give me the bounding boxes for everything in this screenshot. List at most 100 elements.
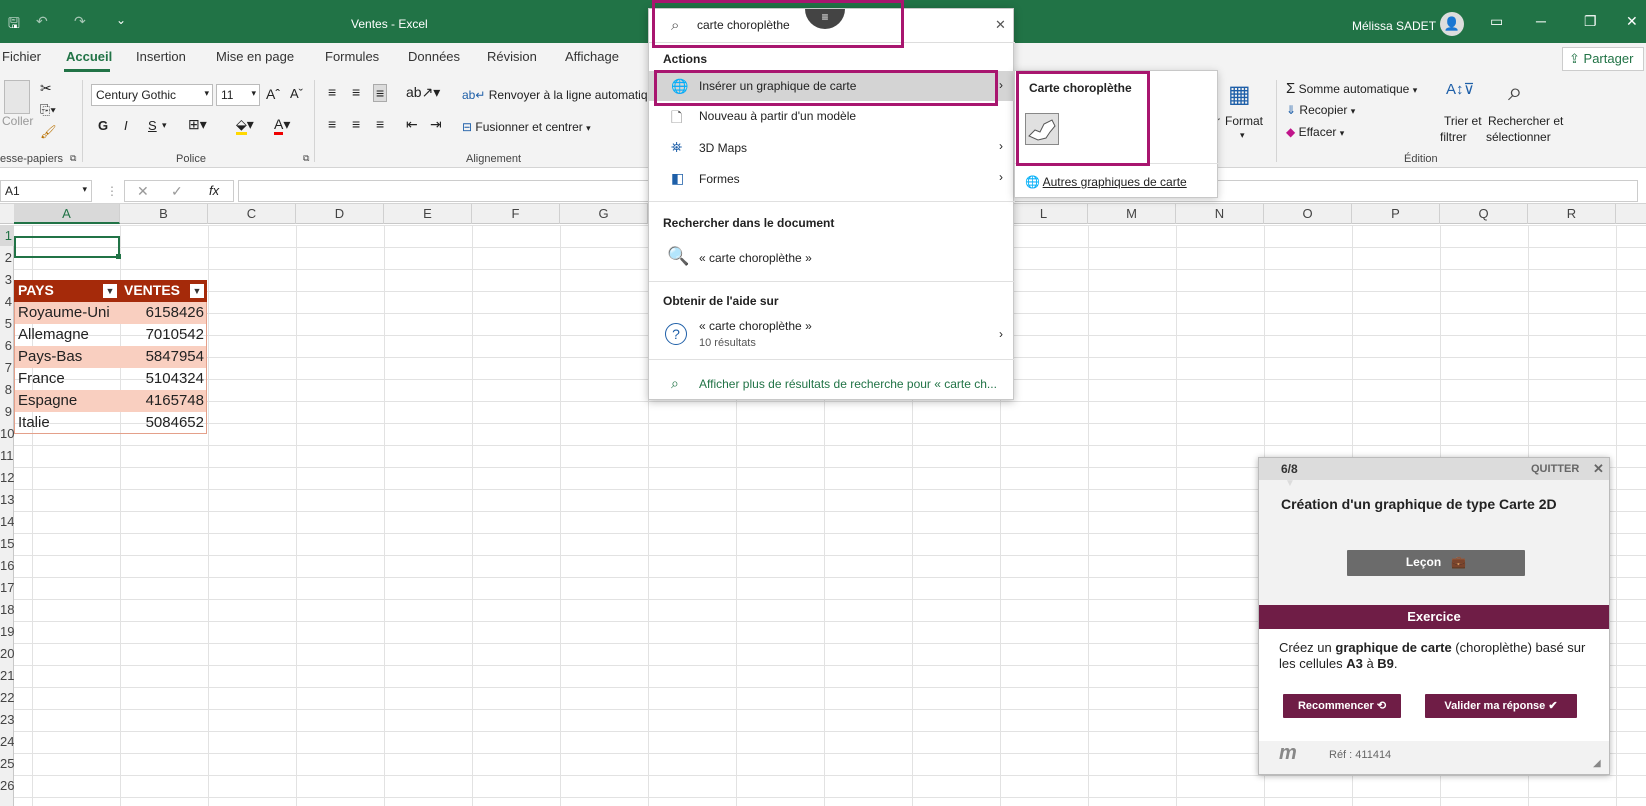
- lesson-button[interactable]: Leçon 💼: [1347, 550, 1525, 576]
- row-header[interactable]: 2: [0, 247, 14, 268]
- other-map-charts-item[interactable]: 🌐 Autres graphiques de carte: [1025, 175, 1187, 189]
- decrease-indent-icon[interactable]: ⇤: [406, 116, 418, 133]
- document-search-result[interactable]: 🔍 « carte choroplèthe »: [649, 241, 1015, 275]
- orientation-icon[interactable]: ab↗▾: [406, 84, 440, 101]
- row-header[interactable]: 25: [0, 753, 14, 774]
- row-header[interactable]: 5: [0, 313, 14, 334]
- search-input[interactable]: carte choroplèthe: [697, 18, 790, 32]
- row-header[interactable]: 24: [0, 731, 14, 752]
- wrap-text-button[interactable]: ab↵ Renvoyer à la ligne automatique: [462, 88, 661, 102]
- find-select-label-2[interactable]: sélectionner: [1486, 130, 1551, 144]
- chevron-down-icon[interactable]: ▾: [162, 120, 167, 131]
- fill-handle[interactable]: [116, 254, 121, 259]
- row-header[interactable]: 12: [0, 467, 14, 488]
- grow-font-icon[interactable]: Aˆ: [266, 86, 280, 102]
- column-header[interactable]: E: [384, 204, 472, 224]
- column-header[interactable]: C: [208, 204, 296, 224]
- row-header[interactable]: 19: [0, 621, 14, 642]
- borders-icon[interactable]: ⊞▾: [188, 116, 207, 133]
- table-cell[interactable]: Royaume-Uni: [16, 302, 120, 323]
- format-painter-icon[interactable]: 🖌: [40, 124, 57, 140]
- filter-dropdown-icon[interactable]: ▼: [190, 284, 204, 298]
- table-cell[interactable]: Allemagne: [16, 324, 120, 345]
- selected-cell-a1[interactable]: [14, 236, 120, 258]
- restore-icon[interactable]: ❐: [1584, 13, 1597, 30]
- format-label[interactable]: Format: [1225, 114, 1263, 128]
- clear-button[interactable]: ◆ Effacer ▾: [1286, 125, 1344, 139]
- confirm-icon[interactable]: ✓: [171, 183, 183, 200]
- tab-donnees[interactable]: Données: [408, 49, 460, 64]
- ribbon-display-icon[interactable]: ▭: [1490, 13, 1503, 30]
- column-header[interactable]: N: [1176, 204, 1264, 224]
- increase-indent-icon[interactable]: ⇥: [430, 116, 442, 133]
- shrink-font-icon[interactable]: Aˇ: [290, 86, 303, 101]
- table-cell[interactable]: 5847954: [120, 346, 206, 367]
- row-header[interactable]: 23: [0, 709, 14, 730]
- clear-search-icon[interactable]: ✕: [995, 17, 1006, 33]
- row-header[interactable]: 1: [0, 225, 14, 246]
- action-shapes[interactable]: ◧ Formes ›: [649, 164, 1015, 194]
- search-icon[interactable]: ⌕: [1508, 76, 1523, 108]
- share-button[interactable]: ⇪ Partager: [1562, 47, 1644, 71]
- tab-fichier[interactable]: Fichier: [2, 49, 41, 64]
- avatar[interactable]: 👤: [1440, 12, 1464, 36]
- italic-button[interactable]: I: [124, 118, 128, 133]
- row-header[interactable]: 17: [0, 577, 14, 598]
- column-header[interactable]: R: [1528, 204, 1616, 224]
- sort-filter-label-2[interactable]: filtrer: [1440, 130, 1467, 144]
- align-right-icon[interactable]: ≡: [376, 116, 384, 132]
- table-cell[interactable]: 7010542: [120, 324, 206, 345]
- table-cell[interactable]: Italie: [16, 412, 120, 433]
- font-size-select[interactable]: 11 ▾: [216, 84, 260, 106]
- name-box[interactable]: A1 ▾: [0, 180, 92, 202]
- chevron-down-icon[interactable]: ▾: [1240, 130, 1245, 141]
- column-header[interactable]: G: [560, 204, 648, 224]
- fill-color-icon[interactable]: ⬙▾: [236, 116, 254, 135]
- fill-button[interactable]: ⇓ Recopier ▾: [1286, 103, 1355, 117]
- column-header[interactable]: D: [296, 204, 384, 224]
- column-header[interactable]: B: [120, 204, 208, 224]
- find-select-label-1[interactable]: Rechercher et: [1488, 114, 1563, 128]
- align-top-icon[interactable]: ≡: [328, 84, 336, 100]
- row-header[interactable]: 18: [0, 599, 14, 620]
- format-cells-icon[interactable]: ▦: [1228, 80, 1251, 109]
- customize-toolbar-icon[interactable]: ⌄: [116, 13, 126, 27]
- row-header[interactable]: 26: [0, 775, 14, 796]
- row-header[interactable]: 20: [0, 643, 14, 664]
- table-cell[interactable]: 5084652: [120, 412, 206, 433]
- table-cell[interactable]: 5104324: [120, 368, 206, 389]
- action-insert-map-chart[interactable]: 🌐 Insérer un graphique de carte ›: [649, 71, 1015, 101]
- action-3d-maps[interactable]: ⛯ 3D Maps ›: [649, 133, 1015, 163]
- row-header[interactable]: 3: [0, 269, 14, 290]
- help-result[interactable]: ? « carte choroplèthe » 10 résultats ›: [649, 315, 1015, 355]
- save-icon[interactable]: 🖫: [8, 13, 20, 37]
- row-header[interactable]: 13: [0, 489, 14, 510]
- bold-button[interactable]: G: [98, 118, 108, 133]
- tab-mise-en-page[interactable]: Mise en page: [216, 49, 294, 64]
- tab-insertion[interactable]: Insertion: [136, 49, 186, 64]
- font-color-icon[interactable]: A▾: [274, 116, 290, 135]
- action-new-from-template[interactable]: 🗋 Nouveau à partir d'un modèle: [649, 101, 1015, 131]
- align-center-icon[interactable]: ≡: [352, 116, 360, 132]
- restart-button[interactable]: Recommencer ⟲: [1283, 694, 1401, 718]
- cut-icon[interactable]: ✂: [40, 80, 52, 97]
- more-results-link[interactable]: ⌕ Afficher plus de résultats de recherch…: [649, 369, 1015, 399]
- quit-button[interactable]: QUITTER: [1531, 463, 1579, 475]
- table-cell[interactable]: 4165748: [120, 390, 206, 411]
- row-header[interactable]: 16: [0, 555, 14, 576]
- align-left-icon[interactable]: ≡: [328, 116, 336, 132]
- sort-filter-label-1[interactable]: Trier et: [1444, 114, 1482, 128]
- table-cell[interactable]: Espagne: [16, 390, 120, 411]
- table-cell[interactable]: France: [16, 368, 120, 389]
- insert-function-icon[interactable]: fx: [209, 183, 219, 198]
- column-header[interactable]: P: [1352, 204, 1440, 224]
- font-name-select[interactable]: Century Gothic ▾: [91, 84, 213, 106]
- column-header[interactable]: F: [472, 204, 560, 224]
- row-header[interactable]: 14: [0, 511, 14, 532]
- merge-center-button[interactable]: ⊟ Fusionner et centrer ▾: [462, 120, 591, 134]
- filter-dropdown-icon[interactable]: ▼: [103, 284, 117, 298]
- row-header[interactable]: 11: [0, 445, 14, 466]
- paste-label[interactable]: Coller: [2, 114, 33, 128]
- row-header[interactable]: 8: [0, 379, 14, 400]
- clipboard-launcher-icon[interactable]: ⧉: [70, 153, 76, 164]
